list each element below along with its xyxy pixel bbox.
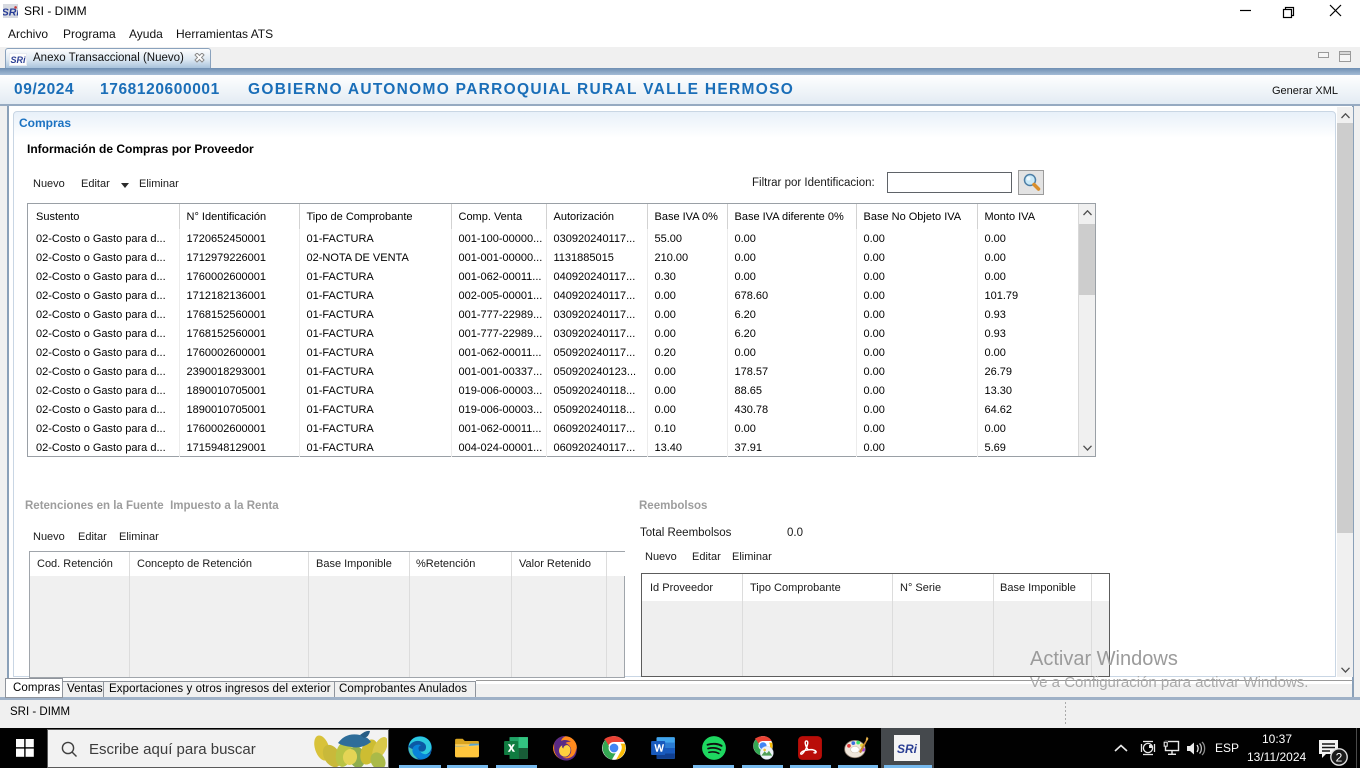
- svg-text:SRi: SRi: [897, 742, 918, 756]
- svg-text:SRi: SRi: [10, 55, 26, 65]
- svg-text:2: 2: [1336, 751, 1343, 765]
